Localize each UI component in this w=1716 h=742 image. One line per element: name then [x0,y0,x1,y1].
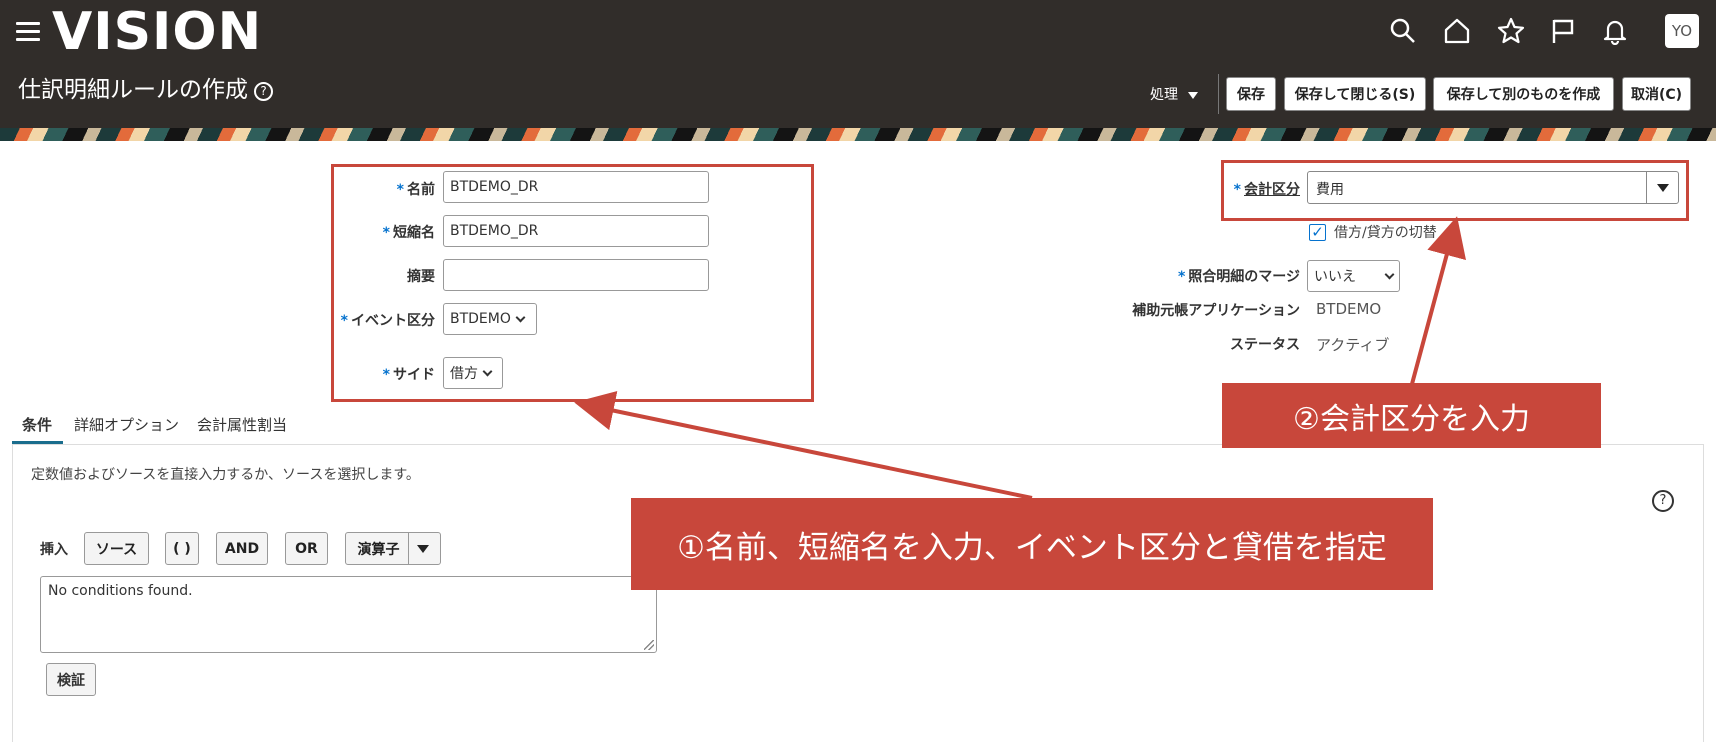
annotation-arrows [574,216,1467,500]
annotation-callout-1: ①名前、短縮名を入力、イベント区分と貸借を指定 [631,498,1433,590]
annotation-callout-2: ②会計区分を入力 [1222,383,1601,448]
